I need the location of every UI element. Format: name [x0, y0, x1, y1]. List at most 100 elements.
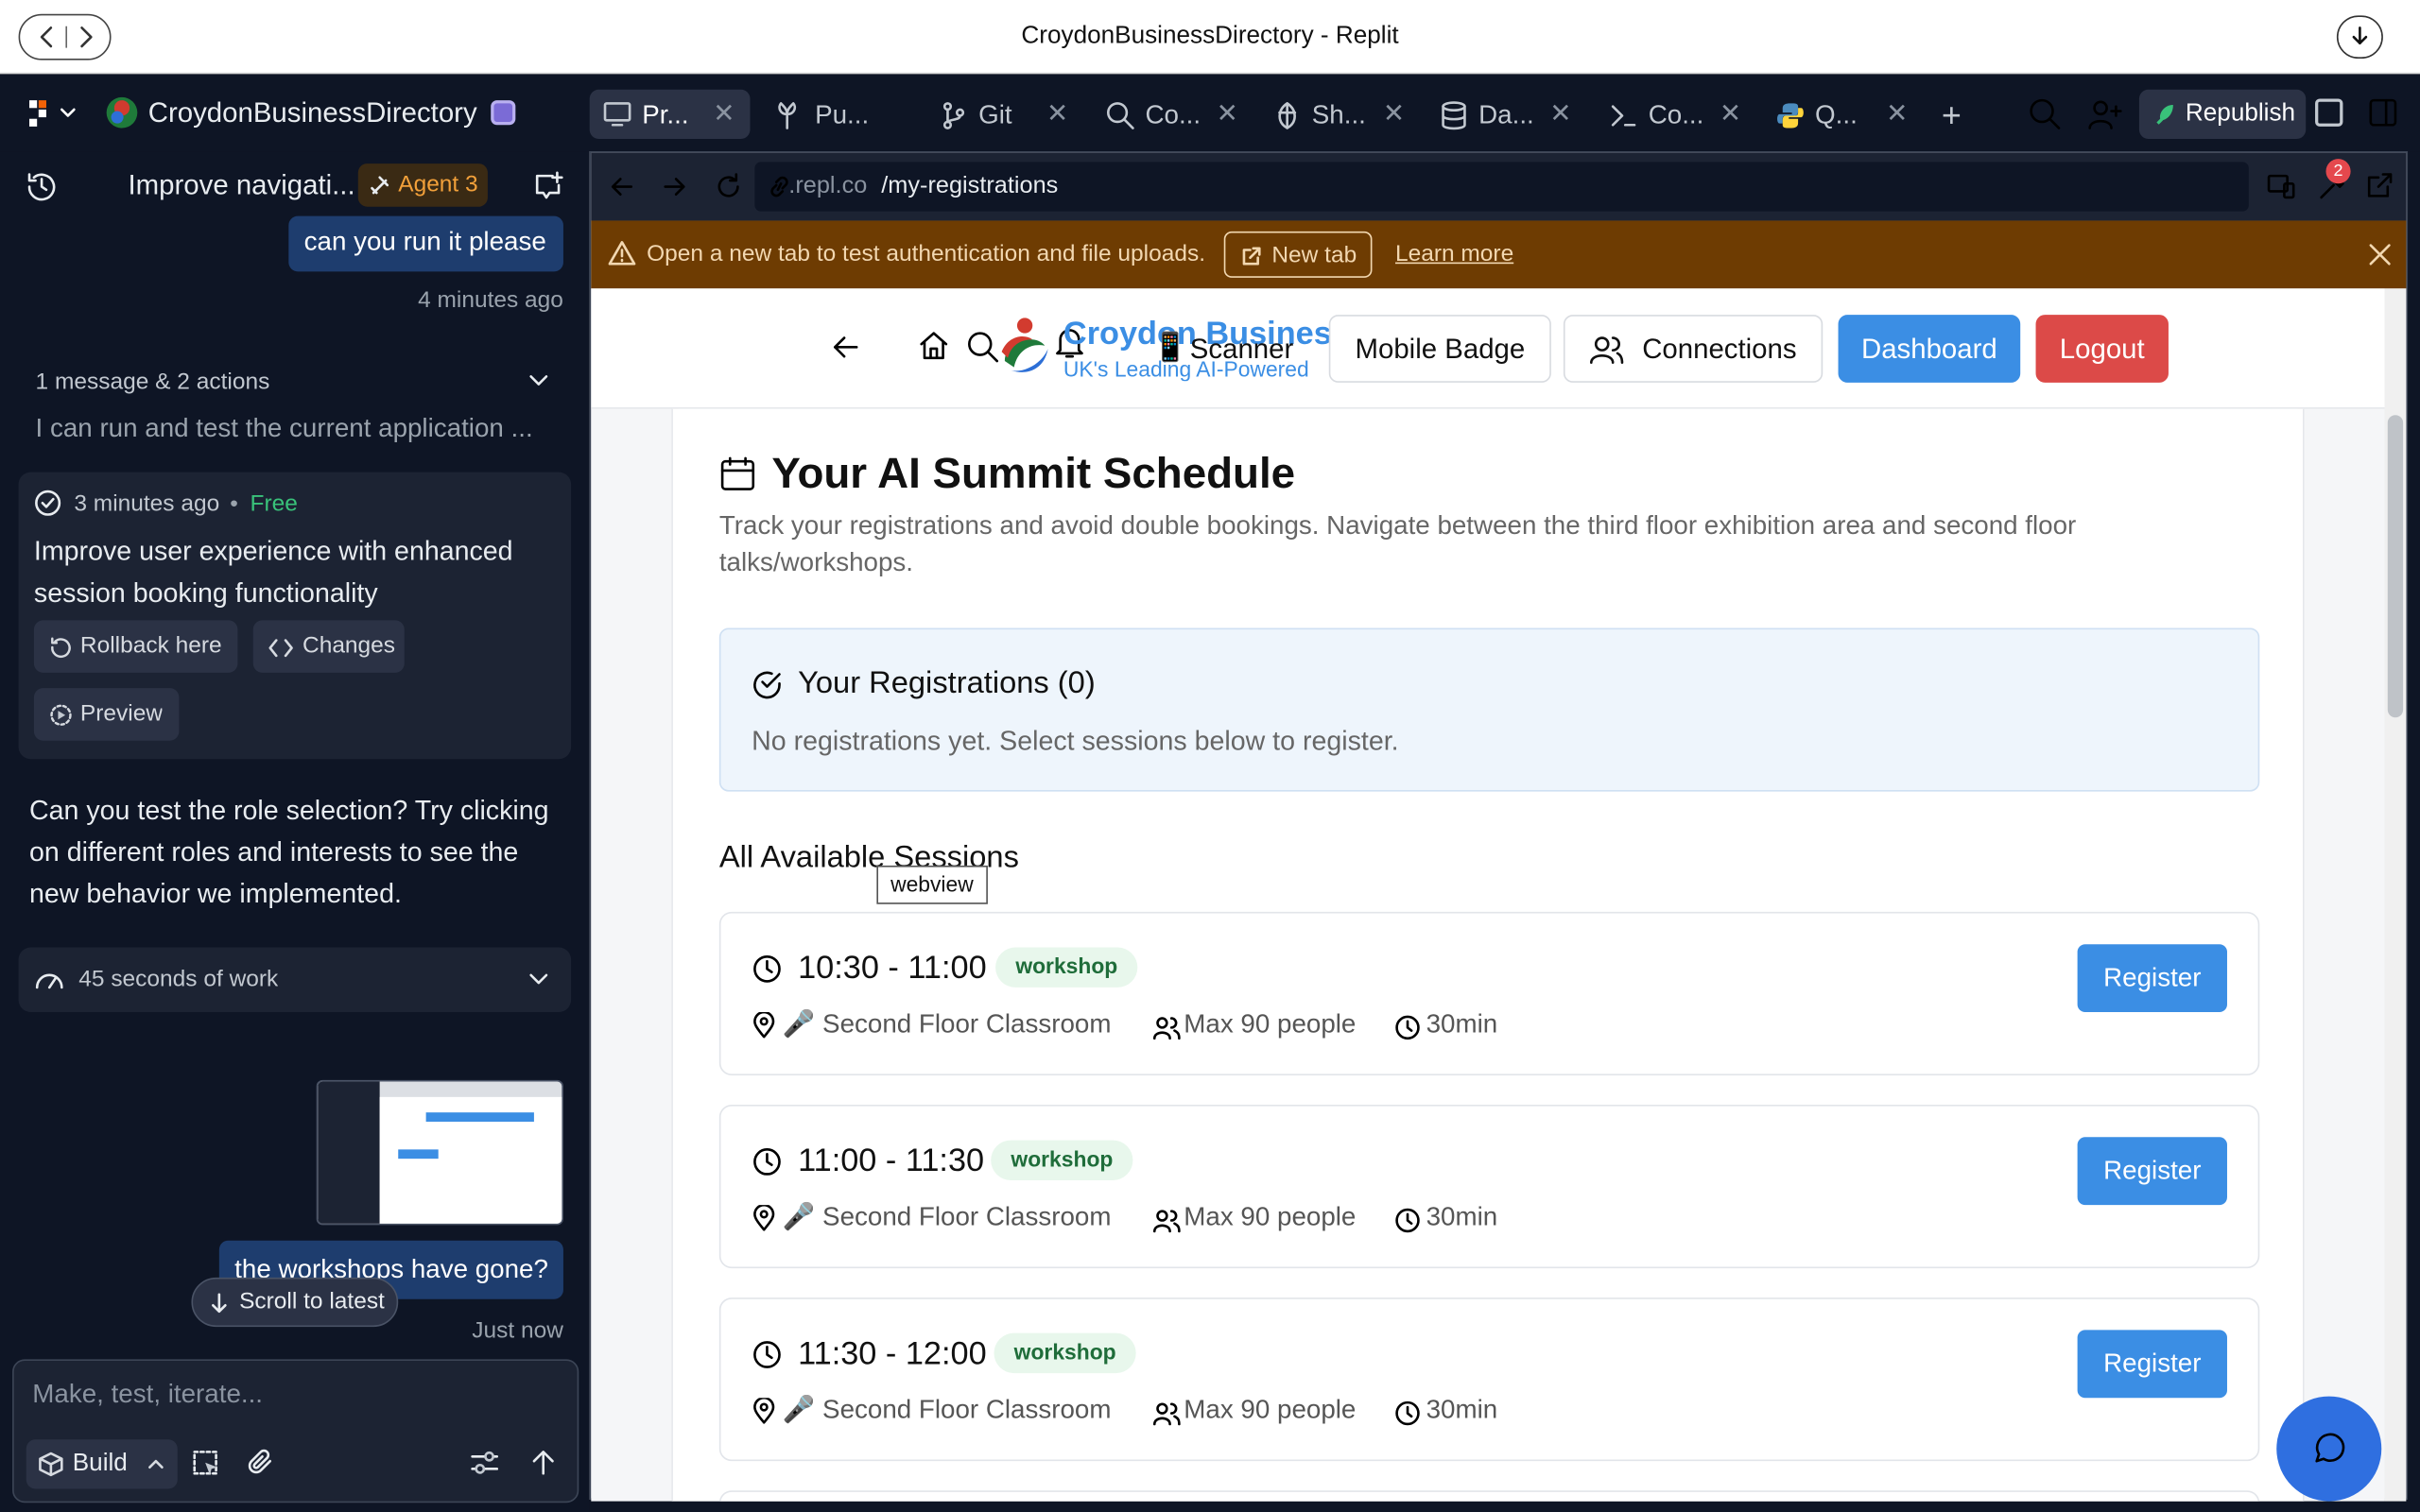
tab-preview[interactable]: Pr... ✕: [589, 89, 751, 139]
chat-composer: Make, test, iterate... Build: [12, 1359, 579, 1503]
back-icon[interactable]: [610, 174, 634, 198]
new-tab-button[interactable]: New tab: [1223, 231, 1373, 278]
session-location: 🎤 Second Floor Classroom: [782, 1394, 1112, 1424]
chevron-down-icon[interactable]: [527, 373, 549, 388]
register-button[interactable]: Register: [2077, 1330, 2227, 1399]
session-tag: workshop: [995, 947, 1138, 988]
checkpoint-price: Free: [250, 490, 298, 517]
register-button[interactable]: Register: [2077, 1137, 2227, 1206]
invite-user-icon[interactable]: [2086, 97, 2123, 131]
project-name[interactable]: CroydonBusinessDirectory: [148, 97, 477, 129]
close-icon[interactable]: ✕: [1549, 98, 1571, 129]
back-arrow-icon[interactable]: [832, 335, 859, 359]
people-icon: [1152, 1210, 1181, 1233]
close-icon[interactable]: ✕: [1046, 98, 1068, 129]
tab-git[interactable]: Git ✕: [932, 90, 1086, 139]
mobile-badge-button[interactable]: Mobile Badge: [1328, 315, 1551, 383]
send-icon[interactable]: [531, 1449, 556, 1476]
scanner-button[interactable]: 📱 Scanner: [1153, 329, 1336, 372]
url-path: /my-registrations: [881, 172, 1059, 199]
tab-label: Da...: [1478, 100, 1534, 130]
close-icon[interactable]: [2368, 242, 2393, 266]
tab-python[interactable]: Q... ✕: [1772, 90, 1926, 139]
new-tab-label: New tab: [1271, 242, 1357, 269]
add-tab-icon[interactable]: +: [1942, 95, 1962, 135]
forward-icon[interactable]: [662, 174, 686, 198]
location-pin-icon: [753, 1205, 775, 1231]
scroll-to-latest-button[interactable]: Scroll to latest: [191, 1277, 399, 1328]
history-icon[interactable]: [25, 170, 59, 204]
preview-button[interactable]: Preview: [33, 688, 180, 741]
agent-badge: Agent 3: [357, 163, 488, 207]
agent-message: Can you test the role selection? Try cli…: [29, 794, 549, 909]
changes-button[interactable]: Changes: [252, 620, 405, 673]
rollback-button[interactable]: Rollback here: [33, 620, 238, 673]
location-pin-icon: [753, 1012, 775, 1039]
dashboard-button[interactable]: Dashboard: [1838, 315, 2021, 383]
tab-console[interactable]: Co... ✕: [1605, 90, 1759, 139]
tab-label: Git: [978, 100, 1012, 130]
replit-menu-icon[interactable]: [27, 97, 80, 129]
close-icon[interactable]: ✕: [1886, 98, 1908, 129]
select-element-icon[interactable]: [193, 1451, 220, 1478]
webview-tooltip: webview: [876, 865, 988, 904]
scanner-label: Scanner: [1189, 333, 1294, 365]
new-chat-icon[interactable]: [531, 170, 565, 204]
window-title: CroydonBusinessDirectory - Replit: [1021, 23, 1399, 50]
attach-icon[interactable]: [247, 1449, 274, 1476]
session-card: 10:30 - 11:00 workshop 🎤 Second Floor Cl…: [718, 911, 2260, 1075]
close-icon[interactable]: ✕: [1720, 98, 1741, 129]
home-icon[interactable]: [918, 330, 949, 361]
webview-scrollbar[interactable]: [2384, 288, 2407, 1502]
tab-label: Pr...: [642, 100, 689, 130]
session-time: 11:30 - 12:00: [798, 1335, 987, 1372]
work-summary[interactable]: 45 seconds of work: [18, 947, 572, 1013]
project-status-icon[interactable]: [491, 100, 516, 126]
actions-preview: I can run and test the current applicati…: [35, 413, 533, 443]
project-logo-icon: [105, 95, 139, 129]
tab-database[interactable]: Da... ✕: [1439, 90, 1593, 139]
session-tag: workshop: [991, 1140, 1133, 1181]
session-duration: 30min: [1426, 1201, 1498, 1231]
attached-screenshot-thumbnail[interactable]: [316, 1079, 563, 1226]
close-icon[interactable]: ✕: [1217, 98, 1238, 129]
republish-label: Republish: [2185, 100, 2296, 127]
session-duration: 30min: [1426, 1394, 1498, 1424]
republish-button[interactable]: Republish: [2138, 89, 2307, 139]
warning-icon: [608, 241, 636, 266]
chat-input[interactable]: Make, test, iterate...: [32, 1380, 557, 1411]
learn-more-link[interactable]: Learn more: [1395, 241, 1513, 267]
sidebar-toggle-icon[interactable]: [2368, 97, 2399, 129]
layout-toggle-icon[interactable]: [2315, 98, 2343, 127]
actions-summary[interactable]: 1 message & 2 actions: [36, 369, 270, 395]
logout-button[interactable]: Logout: [2035, 315, 2169, 383]
search-icon[interactable]: [2028, 97, 2062, 131]
download-icon[interactable]: [2336, 15, 2383, 60]
tab-code-search[interactable]: Co... ✕: [1102, 90, 1256, 139]
clock-icon: [1395, 1400, 1420, 1426]
url-field[interactable]: .repl.co /my-registrations: [754, 162, 2249, 212]
tab-label: Co...: [1145, 100, 1201, 130]
tab-label: Sh...: [1311, 100, 1366, 130]
chat-support-button[interactable]: [2276, 1396, 2382, 1502]
connections-button[interactable]: Connections: [1563, 315, 1824, 383]
close-icon[interactable]: ✕: [713, 98, 735, 129]
devices-icon[interactable]: [2266, 171, 2297, 202]
mobile-badge-label: Mobile Badge: [1355, 333, 1526, 365]
close-icon[interactable]: ✕: [1383, 98, 1405, 129]
session-location: 🎤 Second Floor Classroom: [782, 1008, 1112, 1039]
message-timestamp: Just now: [472, 1317, 563, 1345]
chat-title: Improve navigati...: [128, 169, 355, 201]
open-external-icon[interactable]: [2366, 171, 2394, 198]
clock-icon: [753, 1148, 781, 1176]
build-mode-button[interactable]: Build: [26, 1439, 178, 1489]
clock-icon: [753, 954, 781, 983]
reload-icon[interactable]: [715, 173, 742, 200]
preview-url-bar: .repl.co /my-registrations 2: [591, 152, 2407, 221]
tab-shell[interactable]: Sh... ✕: [1269, 90, 1423, 139]
settings-sliders-icon[interactable]: [469, 1449, 500, 1476]
tab-publishing[interactable]: Pu...: [763, 90, 917, 139]
work-summary-label: 45 seconds of work: [78, 966, 279, 992]
scrollbar-thumb[interactable]: [2387, 415, 2404, 718]
register-button[interactable]: Register: [2077, 944, 2227, 1013]
